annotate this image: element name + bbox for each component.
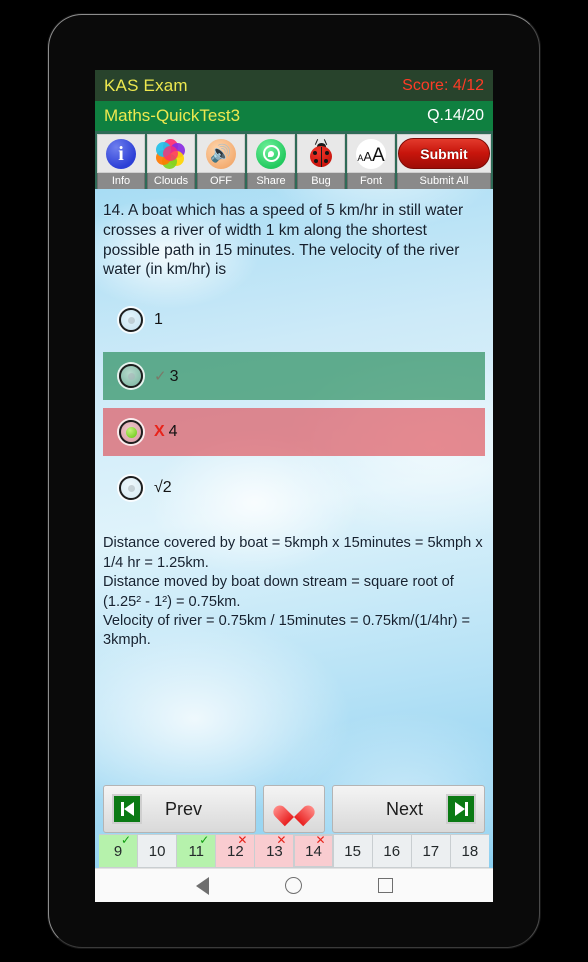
navigation-buttons: Prev Next	[103, 785, 485, 833]
bug-report-button[interactable]	[297, 134, 345, 173]
speaker-off-icon: 🔊	[206, 138, 236, 169]
correct-check-icon: ✓	[154, 367, 167, 385]
toolbar-label-info: Info	[97, 173, 145, 189]
question-cell-11[interactable]: ✓ 11	[177, 833, 217, 867]
question-cell-18[interactable]: 18	[450, 835, 489, 867]
toolbar-item-clouds[interactable]: Clouds	[147, 134, 195, 189]
option-text-2: 3	[169, 367, 179, 385]
option-radio-1[interactable]	[119, 308, 143, 333]
submit-button[interactable]: Submit	[398, 138, 490, 169]
toolbar-label-share: Share	[247, 173, 295, 189]
toolbar-label-bug: Bug	[297, 173, 345, 189]
next-button-label: Next	[385, 798, 423, 819]
question-cell-13[interactable]: ✕ 13	[255, 833, 295, 867]
option-label-1: 1	[154, 311, 163, 329]
cell-number-18: 18	[461, 842, 479, 860]
option-radio-3[interactable]	[119, 420, 143, 445]
toolbar-item-info[interactable]: i Info	[97, 134, 145, 189]
info-button[interactable]: i	[97, 134, 145, 173]
option-row-1[interactable]: 1	[103, 296, 485, 344]
option-radio-4[interactable]	[119, 476, 143, 501]
submit-button-cell[interactable]: Submit	[397, 134, 491, 173]
prev-button[interactable]: Prev	[103, 785, 256, 833]
cell-cross-icon-12: ✕	[237, 833, 248, 847]
android-navigation-bar	[95, 868, 493, 902]
font-size-button[interactable]: AAA	[347, 134, 395, 173]
toolbar-item-bug[interactable]: Bug	[297, 134, 345, 189]
cell-number-16: 16	[383, 842, 401, 860]
cell-number-10: 10	[148, 842, 166, 860]
question-cell-15[interactable]: 15	[333, 835, 373, 867]
toolbar-label-clouds: Clouds	[147, 173, 195, 189]
font-size-icon: AAA	[356, 138, 386, 169]
explanation-text: Distance covered by boat = 5kmph x 15min…	[103, 535, 483, 649]
skip-next-icon	[446, 794, 476, 824]
toolbar: i Info Clouds 🔊 OFF Share Bug A A A Font…	[95, 131, 493, 189]
option-row-3[interactable]: X4	[103, 408, 485, 457]
info-icon: i	[106, 138, 136, 169]
share-whatsapp-icon	[256, 138, 286, 169]
question-cell-9[interactable]: ✓ 9	[99, 833, 139, 867]
home-icon[interactable]	[284, 877, 302, 894]
question-cell-12[interactable]: ✕ 12	[216, 833, 256, 867]
cell-cross-icon-14: ✕	[315, 833, 326, 847]
question-cell-10[interactable]: 10	[138, 835, 178, 867]
toolbar-label-font: Font	[347, 173, 395, 189]
next-button[interactable]: Next	[332, 785, 485, 833]
question-text: 14. A boat which has a speed of 5 km/hr …	[103, 202, 464, 279]
option-row-4[interactable]: √2	[103, 464, 485, 512]
clouds-icon	[156, 138, 186, 169]
wrong-cross-icon: X	[154, 423, 165, 441]
option-label-2: ✓ 3	[154, 367, 178, 386]
option-label-3: X4	[154, 423, 178, 441]
bug-icon	[307, 138, 335, 169]
option-text-3: 4	[168, 423, 178, 441]
toolbar-label-sound: OFF	[197, 173, 245, 189]
toolbar-item-submit[interactable]: Submit Submit All	[397, 134, 491, 189]
option-radio-2[interactable]	[119, 364, 143, 389]
share-button[interactable]	[247, 134, 295, 173]
question-cell-14[interactable]: ✕ 14	[294, 833, 334, 867]
test-title: Maths-QuickTest3	[104, 106, 241, 125]
favorite-button[interactable]	[263, 785, 325, 833]
option-label-4: √2	[154, 479, 172, 497]
question-counter: Q.14/20	[427, 107, 484, 124]
toolbar-item-font[interactable]: AAA Font	[347, 134, 395, 189]
cell-number-15: 15	[344, 842, 361, 860]
cell-number-17: 17	[422, 842, 440, 860]
score-value: 4/12	[452, 76, 484, 94]
toolbar-item-share[interactable]: Share	[247, 134, 295, 189]
recents-icon[interactable]	[377, 878, 393, 893]
back-icon[interactable]	[195, 876, 209, 895]
cell-check-icon-11: ✓	[199, 833, 210, 847]
sound-toggle-button[interactable]: 🔊	[197, 134, 245, 173]
clouds-button[interactable]	[147, 134, 195, 173]
app-title-bar: KAS Exam Score: 4/12	[95, 70, 493, 101]
option-row-2[interactable]: ✓ 3	[103, 352, 485, 401]
score-label: Score:	[402, 76, 449, 94]
heart-icon	[281, 797, 307, 821]
screenshot-stage: KAS Exam Score: 4/12 Maths-QuickTest3 Q.…	[0, 0, 588, 962]
question-content: 14. A boat which has a speed of 5 km/hr …	[95, 189, 493, 651]
question-cell-17[interactable]: 17	[411, 835, 451, 867]
score-display: Score: 4/12	[402, 77, 484, 95]
skip-previous-icon	[112, 794, 142, 824]
tablet-screen: KAS Exam Score: 4/12 Maths-QuickTest3 Q.…	[95, 70, 493, 902]
question-cell-16[interactable]: 16	[372, 835, 412, 867]
test-info-bar: Maths-QuickTest3 Q.14/20	[95, 101, 493, 131]
cell-cross-icon-13: ✕	[276, 833, 287, 847]
toolbar-label-submit-all: Submit All	[397, 173, 491, 189]
prev-button-label: Prev	[164, 798, 202, 819]
cell-check-icon-9: ✓	[121, 833, 132, 847]
toolbar-item-sound[interactable]: 🔊 OFF	[197, 134, 245, 189]
app-title: KAS Exam	[104, 75, 188, 95]
options-list: 1 ✓ 3 X4 √2	[103, 296, 485, 512]
question-number-strip: ✓ 9 10 ✓ 11 ✕ 12 ✕ 13 ✕ 14 15 16 17 18	[99, 834, 489, 868]
